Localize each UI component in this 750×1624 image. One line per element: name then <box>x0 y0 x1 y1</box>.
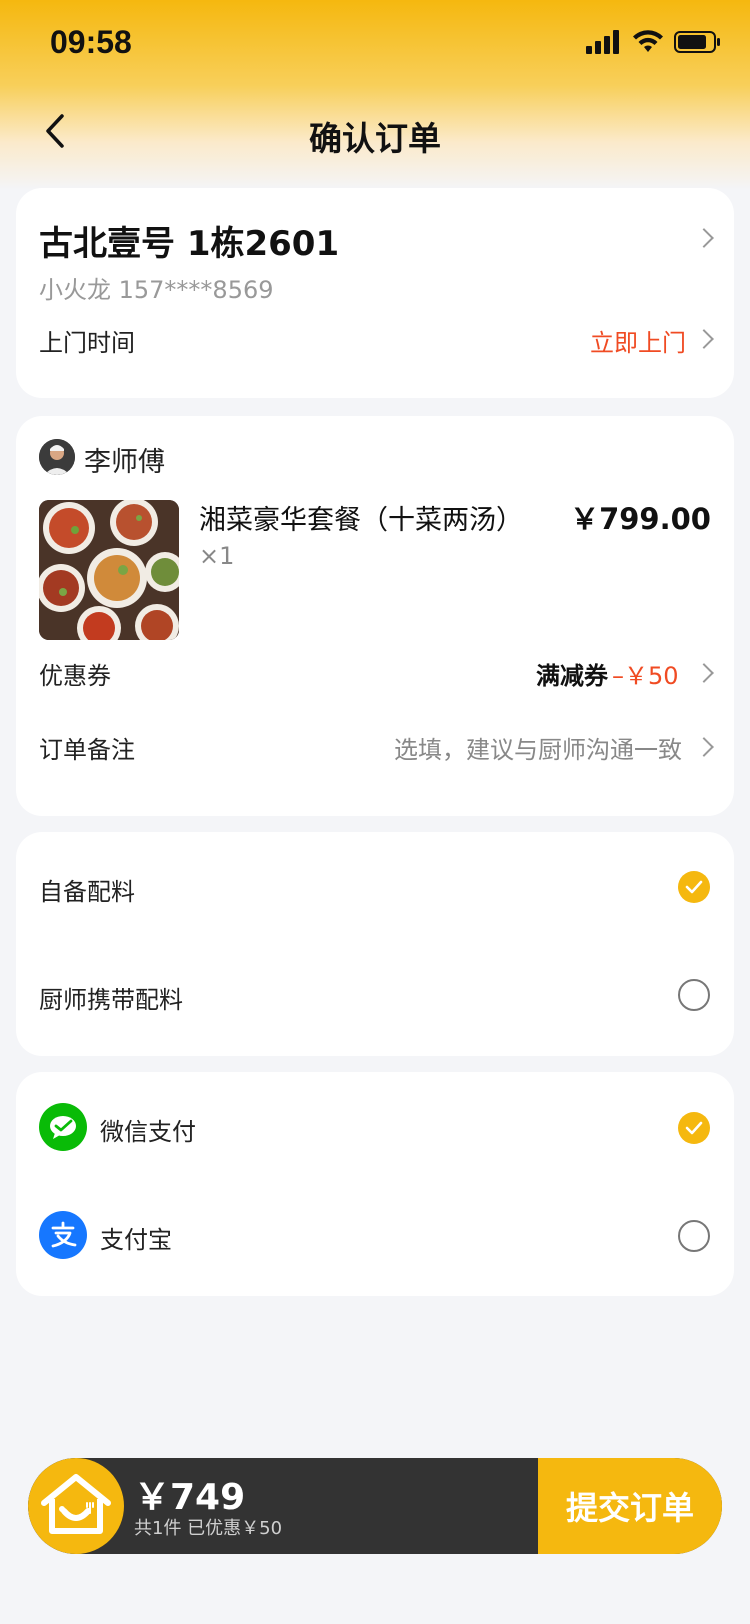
status-bar: 09:58 <box>0 0 750 88</box>
wifi-icon <box>633 30 663 52</box>
ingredient-option-label: 厨师携带配料 <box>39 986 183 1014</box>
alipay-icon <box>39 1211 87 1259</box>
order-card: 李师傅 湘菜豪华套餐（十菜两汤） ￥799.00 ×1 优惠券 满减券 –￥50 <box>16 416 734 816</box>
visit-time-value: 立即上门 <box>590 329 686 357</box>
payment-option-label: 微信支付 <box>100 1118 196 1146</box>
chef-avatar <box>39 439 75 475</box>
remark-row[interactable]: 订单备注 选填，建议与厨师沟通一致 <box>16 718 734 778</box>
payment-option-wechat[interactable]: 微信支付 <box>16 1088 734 1168</box>
dish-quantity: ×1 <box>199 542 235 570</box>
dish-price: ￥799.00 <box>570 502 711 536</box>
coupon-chevron-icon <box>694 663 714 683</box>
submit-order-button[interactable]: 提交订单 <box>538 1458 722 1554</box>
ingredient-option-self[interactable]: 自备配料 <box>16 852 734 922</box>
coupon-label: 优惠券 <box>39 662 111 690</box>
total-price: ￥749 <box>134 1477 246 1518</box>
payment-card: 微信支付 支付宝 <box>16 1072 734 1296</box>
remark-label: 订单备注 <box>39 736 135 764</box>
confirm-order-page: 09:58 确认订单 古北壹号 1栋2601 小火龙 157****8569 上… <box>0 0 750 1624</box>
coupon-row[interactable]: 优惠券 满减券 –￥50 <box>16 644 734 704</box>
order-summary: 共1件 已优惠￥50 <box>134 1518 283 1539</box>
radio-unchecked-icon[interactable] <box>678 979 710 1011</box>
status-icons <box>586 30 722 54</box>
payment-option-alipay[interactable]: 支付宝 <box>16 1196 734 1276</box>
radio-checked-icon[interactable] <box>678 871 710 903</box>
chef-name: 李师傅 <box>84 447 165 478</box>
dish-photo <box>39 500 179 640</box>
visit-time-row[interactable]: 上门时间 立即上门 <box>16 313 734 383</box>
dish-image <box>39 500 179 640</box>
address-line: 古北壹号 1栋2601 <box>39 224 340 264</box>
radio-checked-icon[interactable] <box>678 1112 710 1144</box>
checkout-bar: ￥749 共1件 已优惠￥50 提交订单 <box>28 1458 722 1554</box>
chef-avatar-icon <box>39 439 75 475</box>
remark-chevron-icon <box>694 737 714 757</box>
page-title: 确认订单 <box>309 119 441 158</box>
battery-icon <box>674 31 720 53</box>
nav-bar: 确认订单 <box>0 88 750 176</box>
wechat-pay-icon <box>39 1103 87 1151</box>
address-card: 古北壹号 1栋2601 小火龙 157****8569 上门时间 立即上门 <box>16 188 734 398</box>
contact-info: 小火龙 157****8569 <box>39 276 274 304</box>
coupon-value: –￥50 <box>612 662 679 690</box>
address-row[interactable]: 古北壹号 1栋2601 小火龙 157****8569 <box>16 188 734 308</box>
address-chevron-icon <box>694 228 714 248</box>
dish-name: 湘菜豪华套餐（十菜两汤） <box>199 505 523 536</box>
ingredient-option-chef[interactable]: 厨师携带配料 <box>16 960 734 1030</box>
signal-icon <box>586 30 619 54</box>
status-time: 09:58 <box>50 24 132 60</box>
ingredients-card: 自备配料 厨师携带配料 <box>16 832 734 1056</box>
visit-time-chevron-icon <box>694 329 714 349</box>
radio-unchecked-icon[interactable] <box>678 1220 710 1252</box>
ingredient-option-label: 自备配料 <box>39 878 135 906</box>
coupon-type: 满减券 <box>536 662 608 690</box>
payment-option-label: 支付宝 <box>100 1226 172 1254</box>
house-logo-icon <box>28 1458 124 1554</box>
remark-placeholder: 选填，建议与厨师沟通一致 <box>394 736 682 764</box>
visit-time-label: 上门时间 <box>39 329 135 357</box>
